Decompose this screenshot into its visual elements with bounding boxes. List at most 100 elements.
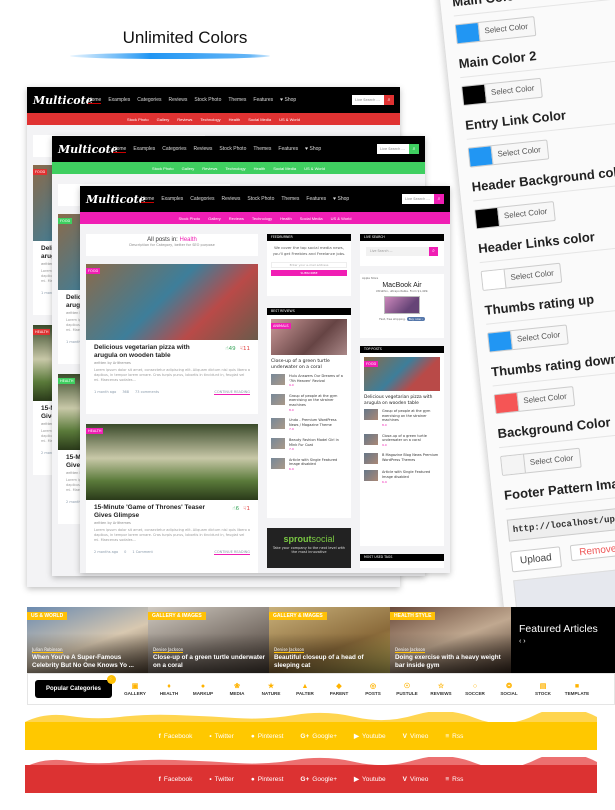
featured-author[interactable]: Denise Jackson (395, 647, 426, 653)
nav-item[interactable]: Themes (228, 97, 246, 104)
post-title[interactable]: Delicious vegetarian pizza with arugula … (86, 340, 216, 360)
color-picker-button[interactable]: Select Color (454, 16, 537, 45)
post-comments[interactable]: 73 comments (135, 390, 159, 395)
post-category-tag[interactable]: FOOD (33, 169, 48, 175)
post-category-tag[interactable]: HEALTH (86, 428, 104, 434)
social-link-twitter[interactable]: • Twitter (209, 733, 233, 740)
category-nav-item[interactable]: Reviews (229, 216, 244, 221)
review-thumbnail[interactable] (271, 457, 285, 469)
social-link-googleplus[interactable]: G+ Google+ (300, 776, 337, 783)
nav-item[interactable]: ♥ Shop (280, 97, 296, 104)
nav-item[interactable]: Categories (162, 146, 186, 153)
top-post-title[interactable]: Group of people at the gym exercising on… (382, 409, 440, 423)
color-swatch[interactable] (488, 331, 512, 352)
macbook-ad[interactable]: Apple Store MacBook Air Ultrathin, ultrapo… (360, 274, 444, 338)
featured-title[interactable]: When You're A Super-Famous Celebrity But… (32, 654, 147, 670)
featured-title[interactable]: Beautiful closeup of a head of sleeping … (274, 654, 389, 670)
nav-item[interactable]: Examples (108, 97, 130, 104)
category-nav-item[interactable]: US & World (279, 117, 300, 122)
color-picker-button[interactable]: Select Color (500, 447, 582, 476)
color-swatch[interactable] (481, 269, 506, 290)
nav-item[interactable]: Categories (137, 97, 161, 104)
top-post-title[interactable]: B Magazine Blog News Premium WordPress T… (382, 453, 440, 462)
color-swatch[interactable] (494, 392, 519, 414)
popular-category-item[interactable]: ☆ REVIEWS (424, 682, 458, 696)
top-post-feature-image[interactable]: FOOD (364, 357, 440, 391)
review-thumbnail[interactable] (271, 393, 285, 405)
nav-item[interactable]: Reviews (168, 97, 187, 104)
category-nav-item[interactable]: Technology (225, 166, 245, 171)
post-category-tag[interactable]: FOOD (86, 268, 101, 274)
category-nav-item[interactable]: Health (229, 117, 241, 122)
nav-item[interactable]: Home (113, 146, 127, 153)
post-category-tag[interactable]: HEALTH (58, 378, 76, 384)
popular-category-item[interactable]: ■ TEMPLATE (560, 682, 594, 696)
social-link-facebook[interactable]: f Facebook (159, 776, 193, 783)
popular-category-item[interactable]: ▲ PALTER (288, 682, 322, 696)
color-picker-button[interactable]: Select Color (487, 324, 569, 353)
category-nav-item[interactable]: Social Media (300, 216, 323, 221)
category-nav-item[interactable]: Social Media (248, 117, 271, 122)
featured-category-tag[interactable]: HEALTH STYLE (390, 612, 436, 620)
review-title[interactable]: Undo - Premium WordPress News / Magazine… (289, 418, 347, 427)
review-feature-title[interactable]: Close-up of a green turtle underwater on… (267, 359, 351, 371)
review-list-item[interactable]: Beauty Fashion Model Girl in Mink Fur Co… (267, 435, 351, 455)
social-link-twitter[interactable]: • Twitter (209, 776, 233, 783)
popular-category-item[interactable]: ☉ PUSTULE (390, 682, 424, 696)
nav-item[interactable]: Features (253, 97, 273, 104)
social-link-pinterest[interactable]: ● Pinterest (251, 776, 284, 783)
nav-item[interactable]: Stock Photo (219, 146, 246, 153)
review-category-tag[interactable]: ANIMALS (271, 323, 291, 329)
continue-reading-link[interactable]: CONTINUE READING (214, 390, 250, 395)
review-list-item[interactable]: Hulu Answers Our Dreams of a '7th Heaven… (267, 371, 351, 391)
social-link-rss[interactable]: ≡ Rss (445, 776, 463, 783)
social-link-youtube[interactable]: ▶ Youtube (354, 732, 386, 741)
nav-item[interactable]: Reviews (193, 146, 212, 153)
search-input[interactable]: Live Search ... (352, 95, 384, 105)
review-list-item[interactable]: Group of people at the gym exercising on… (267, 391, 351, 415)
category-nav-item[interactable]: US & World (304, 166, 325, 171)
top-post-title[interactable]: Article with Single Featured Image disab… (382, 470, 440, 479)
popular-category-item[interactable]: ○ SOCCER (458, 682, 492, 696)
search-icon[interactable]: ⌕ (434, 194, 444, 204)
featured-category-tag[interactable]: US & WORLD (27, 612, 68, 620)
color-swatch[interactable] (475, 208, 499, 229)
top-post-item[interactable]: Article with Single Featured Image disab… (360, 467, 444, 487)
top-post-thumbnail[interactable] (364, 453, 378, 465)
category-nav-item[interactable]: Technology (252, 216, 272, 221)
search-icon[interactable]: ⌕ (429, 247, 438, 256)
review-title[interactable]: Beauty Fashion Model Girl in Mink Fur Co… (289, 438, 347, 447)
color-swatch[interactable] (468, 146, 493, 167)
email-input[interactable]: Enter your e-mail address (271, 262, 347, 268)
nav-item[interactable]: Home (88, 97, 102, 104)
popular-category-item[interactable]: ▣ GALLERY (118, 682, 152, 696)
featured-card[interactable]: GALLERY & IMAGES Denise Jackson Beautiful … (269, 607, 390, 673)
category-nav-item[interactable]: Gallery (157, 117, 170, 122)
category-nav-item[interactable]: Stock Photo (152, 166, 174, 171)
popular-category-item[interactable]: ❀ MEDIA (220, 682, 254, 696)
social-link-rss[interactable]: ≡ Rss (445, 733, 463, 740)
popular-category-item[interactable]: ♦ HEALTH (152, 682, 186, 696)
sprout-social-ad[interactable]: sproutsocial Take your company to the nex… (267, 528, 351, 568)
search-icon[interactable]: ⌕ (409, 144, 419, 154)
featured-card[interactable]: HEALTH STYLE Denise Jackson Doing exercise… (390, 607, 511, 673)
color-picker-button[interactable]: Select Color (474, 201, 556, 230)
popular-categories-button[interactable]: Popular Categories ⚡ (35, 675, 116, 698)
top-post-item[interactable]: Group of people at the gym exercising on… (360, 406, 444, 430)
color-swatch[interactable] (462, 84, 487, 105)
popular-category-item[interactable]: ● MARKUP (186, 682, 220, 696)
continue-reading-link[interactable]: CONTINUE READING (214, 550, 250, 555)
nav-item[interactable]: Features (278, 146, 298, 153)
social-link-facebook[interactable]: f Facebook (159, 733, 193, 740)
popular-category-item[interactable]: ◆ PARENT (322, 682, 356, 696)
top-post-thumbnail[interactable] (364, 409, 378, 421)
social-link-vimeo[interactable]: V Vimeo (403, 776, 429, 783)
featured-nav-arrows[interactable]: ‹ › (519, 638, 615, 645)
post-image[interactable] (86, 264, 258, 340)
nav-item[interactable]: Examples (161, 196, 183, 203)
category-nav-item[interactable]: Social Media (273, 166, 296, 171)
category-nav-item[interactable]: Stock Photo (179, 216, 201, 221)
featured-category-tag[interactable]: GALLERY & IMAGES (148, 612, 206, 620)
thumbs-down[interactable]: ☟11 (240, 346, 250, 352)
color-swatch[interactable] (455, 23, 480, 44)
